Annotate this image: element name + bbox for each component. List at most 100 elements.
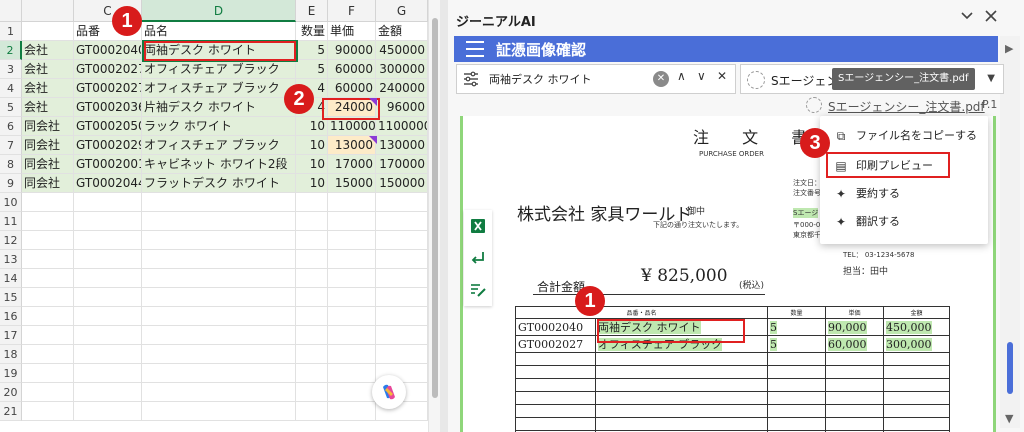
cell-e1[interactable]: 数量 [296,22,328,41]
search-input[interactable] [489,70,649,88]
column-header-b[interactable] [22,0,74,22]
previous-match-icon[interactable]: ∧ [677,69,686,83]
row-header[interactable]: 18 [0,345,22,364]
cell-d12[interactable] [142,231,296,250]
cell-g7[interactable]: 130000 [376,136,428,155]
cell-f16[interactable] [328,307,376,326]
column-header-d[interactable]: D [142,0,296,22]
cell-g2[interactable]: 450000 [376,41,428,60]
pane-scrollbar[interactable]: ▶ ▼ [1000,36,1020,428]
cell-g16[interactable] [376,307,428,326]
cell-f14[interactable] [328,269,376,288]
row-header[interactable]: 2 [0,41,22,60]
cell-g8[interactable]: 170000 [376,155,428,174]
cell-e17[interactable] [296,326,328,345]
cell-c6[interactable]: GT0002050 [74,117,142,136]
cell-d3[interactable]: オフィスチェア ブラック [142,60,296,79]
scroll-down-icon[interactable]: ▼ [1005,412,1013,425]
cell-g6[interactable]: 1100000 [376,117,428,136]
row-header[interactable]: 9 [0,174,22,193]
cell-f21[interactable] [328,402,376,421]
row-header[interactable]: 14 [0,269,22,288]
cell-d15[interactable] [142,288,296,307]
cell-e2[interactable]: 5 [296,41,328,60]
cell-c5[interactable]: GT0002036 [74,98,142,117]
cell-b16[interactable] [22,307,74,326]
scroll-right-icon[interactable]: ▶ [1005,42,1013,55]
cell-e15[interactable] [296,288,328,307]
cell-f2[interactable]: 90000 [328,41,376,60]
cell-d4[interactable]: オフィスチェア ブラック [142,79,296,98]
dropdown-caret-icon[interactable]: ▼ [987,73,995,84]
close-search-icon[interactable]: ✕ [717,69,727,83]
cell-c18[interactable] [74,345,142,364]
cell-d1[interactable]: 品名 [142,22,296,41]
cell-g1[interactable]: 金額 [376,22,428,41]
cell-e16[interactable] [296,307,328,326]
column-header-e[interactable]: E [296,0,328,22]
row-header[interactable]: 20 [0,383,22,402]
cell-d9[interactable]: フラットデスク ホワイト [142,174,296,193]
cell-f1[interactable]: 単価 [328,22,376,41]
row-header[interactable]: 17 [0,326,22,345]
row-header[interactable]: 13 [0,250,22,269]
cell-b3[interactable]: 会社 [22,60,74,79]
cell-e3[interactable]: 5 [296,60,328,79]
cell-b17[interactable] [22,326,74,345]
column-header-f[interactable]: F [328,0,376,22]
cell-g4[interactable]: 240000 [376,79,428,98]
cell-g14[interactable] [376,269,428,288]
row-header[interactable]: 11 [0,212,22,231]
close-button[interactable] [984,9,998,27]
row-header[interactable]: 1 [0,22,22,41]
cell-f9[interactable]: 15000 [328,174,376,193]
row-header[interactable]: 7 [0,136,22,155]
cell-f12[interactable] [328,231,376,250]
cell-g15[interactable] [376,288,428,307]
cell-d19[interactable] [142,364,296,383]
edit-list-icon[interactable] [470,282,486,298]
row-header[interactable]: 15 [0,288,22,307]
cell-d14[interactable] [142,269,296,288]
cell-b18[interactable] [22,345,74,364]
cell-c3[interactable]: GT0002027 [74,60,142,79]
cell-c4[interactable]: GT0002027 [74,79,142,98]
cell-c15[interactable] [74,288,142,307]
cell-g12[interactable] [376,231,428,250]
cell-b15[interactable] [22,288,74,307]
cell-d11[interactable] [142,212,296,231]
cell-c13[interactable] [74,250,142,269]
cell-f18[interactable] [328,345,376,364]
sheet-scrollbar-thumb[interactable] [432,18,438,398]
document-link[interactable]: Sエージェンシー_注文書.pdf [828,98,985,115]
cell-d17[interactable] [142,326,296,345]
cell-d21[interactable] [142,402,296,421]
cell-e9[interactable]: 10 [296,174,328,193]
cell-c7[interactable]: GT0002029 [74,136,142,155]
cell-f19[interactable] [328,364,376,383]
sheet-scrollbar[interactable] [428,0,440,432]
cell-b1[interactable] [22,22,74,41]
excel-icon[interactable] [470,218,486,234]
cell-c11[interactable] [74,212,142,231]
cell-b8[interactable]: 同会社 [22,155,74,174]
cell-b7[interactable]: 同会社 [22,136,74,155]
cell-f13[interactable] [328,250,376,269]
cell-f10[interactable] [328,193,376,212]
copilot-button[interactable] [372,375,406,409]
cell-c20[interactable] [74,383,142,402]
row-header[interactable]: 6 [0,117,22,136]
cell-c16[interactable] [74,307,142,326]
cell-d16[interactable] [142,307,296,326]
cell-e6[interactable]: 10 [296,117,328,136]
cell-g13[interactable] [376,250,428,269]
cell-d7[interactable]: オフィスチェア ブラック [142,136,296,155]
select-all-corner[interactable] [0,0,22,22]
cell-e20[interactable] [296,383,328,402]
cell-g11[interactable] [376,212,428,231]
cell-b20[interactable] [22,383,74,402]
cell-b6[interactable]: 同会社 [22,117,74,136]
cell-e11[interactable] [296,212,328,231]
cell-d5[interactable]: 片袖デスク ホワイト [142,98,296,117]
cell-f20[interactable] [328,383,376,402]
